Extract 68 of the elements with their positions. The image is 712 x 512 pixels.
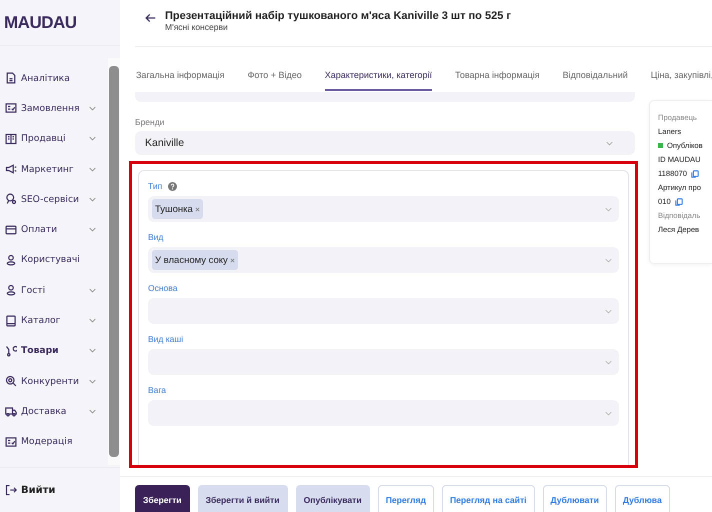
checklist-icon [5, 102, 17, 114]
logo: MAUDAU [0, 0, 120, 46]
building-icon [5, 132, 17, 145]
tab[interactable]: Загальна інформація [136, 67, 225, 91]
copy-icon[interactable] [674, 198, 683, 206]
tag: Тушонка [152, 199, 203, 219]
sidebar-item[interactable]: Замовлення [0, 93, 108, 124]
sidebar-item[interactable]: Конкуренти [0, 366, 108, 396]
sidebar-item[interactable]: Користувачі [0, 244, 108, 276]
brand-select[interactable]: Kaniville [135, 131, 635, 155]
sidebar-item[interactable]: Товари [0, 336, 108, 366]
chevron-icon [605, 410, 612, 416]
logout-button[interactable]: Вийти [0, 467, 120, 512]
field-label: Бренди [135, 117, 166, 127]
logout-icon [5, 484, 17, 496]
remove-icon[interactable] [230, 258, 235, 262]
card-icon [5, 224, 17, 236]
megaphone-icon [5, 163, 17, 176]
search-icon [5, 375, 17, 388]
multiselect-field[interactable] [148, 349, 619, 375]
remove-icon[interactable] [194, 206, 200, 212]
multiselect-field[interactable]: У власному соку [148, 247, 619, 273]
sidebar-item[interactable]: Маркетинг [0, 154, 108, 184]
multiselect-field[interactable] [148, 400, 619, 426]
tab[interactable]: Товарна інформація [455, 67, 540, 91]
multiselect-field[interactable]: Тушонка [148, 196, 619, 222]
chevron-icon [605, 360, 612, 364]
field-label: Вид каші [148, 334, 184, 344]
action-button[interactable]: Опублікувати [296, 485, 370, 512]
multiselect-field[interactable] [148, 298, 619, 324]
scrollbar[interactable] [108, 58, 120, 465]
copy-icon[interactable] [691, 170, 699, 178]
help-icon[interactable] [168, 182, 178, 190]
action-button[interactable]: Перегляд [378, 485, 434, 512]
user-icon [5, 254, 17, 266]
user-icon [5, 284, 17, 296]
sidebar-item[interactable]: Каталог [0, 305, 108, 336]
sidebar-item[interactable]: Продавці [0, 124, 108, 154]
field-label: Тип [148, 181, 162, 191]
field-label: Вага [148, 385, 166, 395]
chevron-icon [605, 258, 612, 262]
chevron-icon [606, 140, 613, 146]
field-label: Вид [148, 232, 164, 242]
action-button[interactable]: Дублювати [542, 485, 607, 512]
tab[interactable]: Фото + Відео [248, 67, 302, 91]
truck-icon [5, 405, 17, 418]
checklist-icon [5, 436, 17, 448]
sidebar-item[interactable]: SEO-сервіси [0, 184, 108, 214]
product-title: Презентаційний набір тушкованого м'яса Kaniville 3 шт по 525 г [165, 10, 511, 22]
action-button[interactable]: Зберегти [135, 485, 190, 512]
tab[interactable]: Відповідальний [562, 67, 628, 91]
sidebar-item[interactable]: Аналітика [0, 63, 108, 94]
action-button[interactable]: Зберегти й вийти [198, 485, 288, 512]
book-icon [5, 314, 17, 327]
product-category: М'ясні консерви [165, 22, 229, 32]
tag: У власному соку [152, 250, 238, 270]
sidebar-item[interactable]: Доставка [0, 396, 108, 427]
field-label: Основа [148, 283, 178, 293]
chevron-icon [605, 206, 612, 212]
sidebar-item[interactable]: Оплати [0, 214, 108, 245]
action-button[interactable]: Дублюва [614, 485, 670, 512]
back-arrow-icon[interactable] [145, 13, 156, 23]
document-icon [5, 72, 17, 84]
chevron-icon [605, 308, 612, 314]
sidebar-item[interactable]: Гості [0, 275, 108, 306]
sidebar-item[interactable]: Модерація [0, 426, 108, 457]
action-button[interactable]: Перегляд на сайті [442, 485, 535, 512]
select-field[interactable] [135, 92, 635, 102]
